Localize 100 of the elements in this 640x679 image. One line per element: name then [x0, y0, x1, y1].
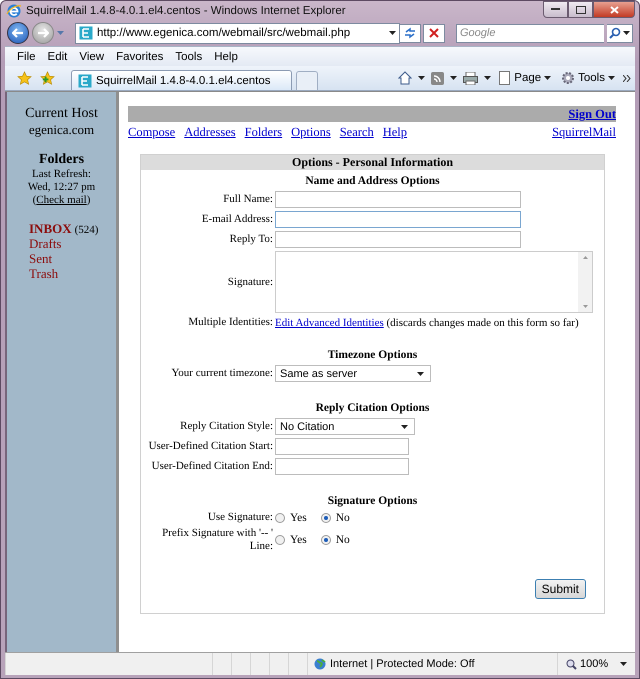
text-field[interactable] — [275, 211, 521, 228]
text-field[interactable] — [275, 231, 521, 248]
feed-icon[interactable] — [431, 72, 444, 84]
nav-link[interactable]: Compose — [128, 125, 176, 140]
field-label: E-mail Address: — [200, 213, 273, 226]
menu-item[interactable]: Favorites — [110, 50, 170, 62]
menu-item[interactable]: File — [11, 50, 42, 62]
field-label: Full Name: — [222, 193, 273, 206]
caret-icon — [620, 662, 627, 666]
page-icon — [78, 74, 92, 88]
submit-button[interactable]: Submit — [534, 579, 586, 599]
dropdown[interactable]: Same as server — [275, 365, 431, 382]
page-icon — [499, 71, 512, 85]
section-heading: Signature Options — [326, 495, 418, 507]
nav-link[interactable]: Search — [340, 125, 374, 140]
search-button[interactable] — [607, 24, 633, 42]
nav-link[interactable]: Help — [382, 125, 408, 140]
folder-link[interactable]: INBOX — [29, 221, 72, 236]
field-label: Use Signature: — [206, 511, 273, 524]
refresh-button[interactable] — [399, 24, 421, 42]
text-field[interactable] — [275, 438, 409, 455]
section-heading: Name and Address Options — [304, 175, 441, 187]
folders-heading: Folders — [38, 152, 86, 168]
text-field[interactable] — [275, 191, 521, 208]
minimize-button[interactable] — [543, 1, 568, 18]
add-favorite-icon[interactable] — [38, 70, 57, 86]
printer-icon[interactable] — [463, 72, 478, 84]
host-heading: Current Host — [24, 106, 99, 122]
menu-item[interactable]: Edit — [42, 50, 74, 62]
refresh-icon — [404, 27, 416, 39]
identities-note: Edit Advanced Identities (discards changes made on this form so far) — [275, 316, 579, 328]
field-label: User-Defined Citation End: — [150, 460, 273, 473]
menu-item[interactable]: Tools — [169, 50, 208, 62]
back-button[interactable] — [7, 22, 29, 44]
close-button[interactable] — [593, 1, 635, 18]
url-text: http://www.egenica.com/webmail/src/webmail.php — [97, 27, 352, 39]
star-icon[interactable] — [15, 70, 34, 86]
field-label: Your current timezone: — [170, 367, 273, 380]
command-button[interactable]: Tools — [559, 71, 617, 85]
section-heading: Reply Citation Options — [314, 402, 430, 414]
radio-button[interactable] — [275, 535, 285, 545]
host-name: egenica.com — [28, 122, 96, 138]
caret-icon — [484, 76, 492, 80]
page-icon — [79, 26, 93, 40]
radio-button[interactable] — [320, 535, 331, 545]
close-icon — [610, 6, 618, 14]
sign-out-link[interactable]: Sign Out — [568, 106, 616, 122]
radio-button[interactable] — [275, 512, 285, 522]
caret-icon[interactable] — [57, 31, 64, 35]
minimize-icon — [551, 8, 560, 11]
field-label: Signature: — [226, 276, 273, 288]
menu-item[interactable]: View — [73, 50, 110, 62]
radio-button[interactable] — [320, 512, 331, 522]
nav-link[interactable]: Options — [291, 125, 331, 140]
brand-link[interactable]: SquirrelMail — [552, 125, 616, 140]
new-tab-button[interactable] — [296, 71, 318, 90]
nav-link[interactable]: Folders — [244, 125, 282, 140]
window-title: SquirrelMail 1.4.8-4.0.1.el4.centos - Windows Internet Explorer — [26, 4, 347, 16]
folder-link[interactable]: Drafts — [29, 236, 62, 251]
field-label: Reply Citation Style: — [179, 420, 273, 433]
browser-tab[interactable]: SquirrelMail 1.4.8-4.0.1.el4.centos — [71, 70, 292, 90]
field-label: User-Defined Citation Start: — [148, 440, 273, 453]
gear-icon — [561, 71, 576, 85]
maximize-button[interactable] — [568, 1, 593, 18]
radio-label: Yes — [290, 534, 307, 546]
field-label: Multiple Identities: — [187, 316, 273, 329]
unread-count: (524) — [74, 224, 98, 236]
folder-link[interactable]: Sent — [29, 251, 52, 266]
radio-label: Yes — [290, 512, 307, 524]
stop-icon — [429, 28, 439, 38]
zoom-control[interactable]: 100% — [557, 653, 635, 675]
command-button[interactable]: Page — [497, 71, 554, 85]
radio-label: No — [336, 534, 350, 546]
menu-item[interactable]: Help — [208, 50, 244, 62]
caret-icon — [417, 372, 424, 376]
address-field[interactable]: http://www.egenica.com/webmail/src/webmail.php — [75, 22, 400, 44]
caret-icon — [544, 76, 552, 80]
caret-icon — [623, 31, 630, 35]
field-label: Reply To: — [228, 233, 273, 246]
dropdown[interactable]: No Citation — [275, 418, 415, 435]
maximize-icon — [576, 6, 586, 14]
nav-link[interactable]: Addresses — [184, 125, 236, 140]
folder-link[interactable]: Trash — [29, 266, 58, 281]
text-field[interactable] — [275, 458, 409, 475]
field-label: Prefix Signature with '-- ' Line: — [161, 527, 273, 553]
check-mail-link[interactable]: Check mail — [36, 194, 87, 206]
zoom-icon — [566, 658, 577, 670]
search-field[interactable]: Google — [456, 24, 604, 42]
search-icon — [609, 27, 621, 39]
scroll-down-icon — [582, 305, 588, 308]
section-heading: Timezone Options — [326, 349, 418, 361]
caret-icon — [450, 76, 458, 80]
identities-link[interactable]: Edit Advanced Identities — [275, 316, 384, 328]
caret-icon — [401, 424, 408, 428]
home-icon[interactable] — [398, 71, 412, 85]
stop-button[interactable] — [423, 24, 445, 42]
signature-field[interactable] — [275, 251, 593, 313]
globe-icon — [314, 658, 326, 670]
caret-icon — [418, 76, 426, 80]
chevron-icon[interactable] — [623, 74, 631, 82]
